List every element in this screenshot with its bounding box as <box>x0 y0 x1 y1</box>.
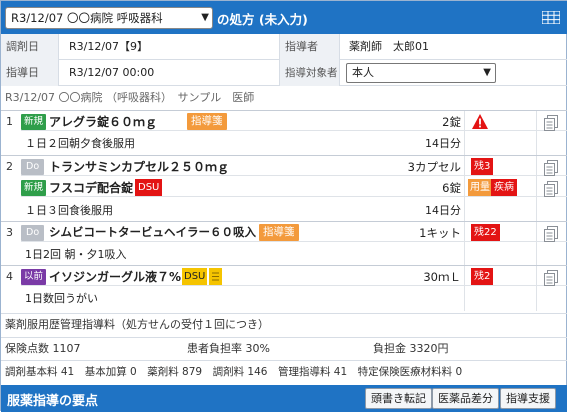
guide-date-value: R3/12/07 00:00 <box>69 66 155 79</box>
target-label: 指導対象者 <box>279 60 340 86</box>
usage-line[interactable]: １日２回朝夕食後服用 14日分 <box>21 133 567 152</box>
days-text: 14日分 <box>425 204 461 217</box>
dsu-tag[interactable]: DSU <box>135 179 163 196</box>
remaining-flag[interactable]: 残22 <box>471 224 500 241</box>
warning-icon[interactable] <box>472 114 488 129</box>
drug-name: アレグラ錠６０ｍｇ <box>49 115 158 129</box>
column-divider <box>536 111 537 155</box>
rx-group-1: 1 新規 アレグラ錠６０ｍｇ 指導箋 2錠 １日２回朝夕食後服用 14日分 <box>1 110 567 155</box>
fee-breakdown: 調剤基本料 41 基本加算 0 薬剤料 879 調剤料 146 管理指導料 41… <box>5 366 463 378</box>
insurance-points: 保険点数 1107 <box>5 342 81 355</box>
dosage-flag[interactable]: 用量 <box>468 179 492 196</box>
guidance-sheet-tag[interactable]: 指導箋 <box>187 113 227 130</box>
target-select-value: 本人 <box>352 66 374 79</box>
column-divider <box>536 266 537 311</box>
column-divider <box>536 222 537 265</box>
title-bar: R3/12/07 〇〇病院 呼吸器科 ▼ の処方 (未入力) <box>1 1 567 34</box>
target-select[interactable]: 本人 ▼ <box>346 63 496 83</box>
guidance-sheet-tag[interactable]: 指導箋 <box>259 224 299 241</box>
column-divider <box>464 111 465 155</box>
remaining-flag[interactable]: 残2 <box>471 268 494 285</box>
remaining-flag[interactable]: 残3 <box>471 158 494 175</box>
usage-text: 1日数回うがい <box>25 292 98 305</box>
column-divider <box>464 222 465 265</box>
drug-line[interactable]: Do トランサミンカプセル２５０ｍｇ 3カプセル 残3 <box>21 157 567 176</box>
dsu-tag[interactable]: DSU <box>182 268 208 285</box>
drug-name: フスコデ配合錠 <box>49 181 134 195</box>
drug-name: シムビコートタービュヘイラー６０吸入 <box>49 225 256 239</box>
copy-document-icon[interactable] <box>544 115 558 131</box>
drug-line[interactable]: 新規 フスコデ配合錠 DSU 6錠 用量 疾病 <box>21 178 567 197</box>
management-fee-row: 薬剤服用歴管理指導料（処方せんの受付１回につき） <box>1 313 567 335</box>
rx-number: 3 <box>6 226 13 239</box>
usage-line[interactable]: 1日2回 朝・夕1吸入 <box>21 244 567 263</box>
copay-rate: 患者負担率 30% <box>187 342 270 355</box>
drug-line[interactable]: 以前 イソジンガーグル液７% DSU 30ｍＬ 残2 <box>21 267 567 286</box>
guidance-points-bar: 服薬指導の要点 頭書き転記 医薬品差分 指導支援 <box>1 385 567 412</box>
rx-group-4: 4 以前 イソジンガーグル液７% DSU 30ｍＬ 残2 1日数回うがい <box>1 265 567 311</box>
drug-quantity: 2錠 <box>442 115 461 129</box>
title-suffix: の処方 (未入力) <box>217 12 308 27</box>
column-divider <box>464 266 465 311</box>
drug-quantity: 1キット <box>419 226 461 240</box>
rx-number: 2 <box>6 160 13 173</box>
drug-name: トランサミンカプセル２５０ｍｇ <box>49 160 230 174</box>
prescription-select-value: R3/12/07 〇〇病院 呼吸器科 <box>11 11 163 25</box>
copy-document-icon[interactable] <box>544 270 558 286</box>
header-row-1: 調剤日 R3/12/07【9】 指導者 薬剤師 太郎01 <box>1 34 567 60</box>
usage-text: １日３回食後服用 <box>25 204 113 217</box>
instructor-value: 薬剤師 太郎01 <box>349 40 429 53</box>
disease-flag[interactable]: 疾病 <box>491 179 517 196</box>
copy-document-icon[interactable] <box>544 181 558 197</box>
copay-amount: 負担金 3320円 <box>373 342 449 355</box>
chevron-down-icon: ▼ <box>201 12 209 23</box>
days-text: 14日分 <box>425 137 461 150</box>
prescription-panel: R3/12/07 〇〇病院 呼吸器科 ▼ の処方 (未入力) 調剤日 R3/12… <box>0 0 567 412</box>
rx-number: 1 <box>6 115 13 128</box>
drug-line[interactable]: 新規 アレグラ錠６０ｍｇ 指導箋 2錠 <box>21 112 567 131</box>
rx-number: 4 <box>6 270 13 283</box>
guidance-support-button[interactable]: 指導支援 <box>500 388 556 409</box>
drug-diff-button[interactable]: 医薬品差分 <box>432 388 499 409</box>
instructor-label: 指導者 <box>279 34 340 60</box>
copy-document-icon[interactable] <box>544 226 558 242</box>
rx-group-3: 3 Do シムビコートタービュヘイラー６０吸入 指導箋 1キット 残22 1日2… <box>1 221 567 265</box>
previous-badge: 以前 <box>21 269 47 285</box>
fee-breakdown-row: 調剤基本料 41 基本加算 0 薬剤料 879 調剤料 146 管理指導料 41… <box>1 360 567 382</box>
column-divider <box>464 156 465 221</box>
date-value: R3/12/07【9】 <box>69 40 149 53</box>
drug-quantity: 30ｍＬ <box>423 270 461 284</box>
drug-quantity: 6錠 <box>442 181 461 195</box>
usage-text: １日２回朝夕食後服用 <box>25 137 135 150</box>
drug-quantity: 3カプセル <box>407 160 461 174</box>
repeat-badge: Do <box>21 225 45 241</box>
note-icon[interactable] <box>209 268 222 285</box>
usage-text: 1日2回 朝・夕1吸入 <box>25 248 127 261</box>
management-fee-label: 薬剤服用歴管理指導料（処方せんの受付１回につき） <box>5 318 269 331</box>
repeat-badge: Do <box>21 159 45 175</box>
header-row-2: 指導日 R3/12/07 00:00 指導対象者 本人 ▼ <box>1 60 567 86</box>
new-badge: 新規 <box>21 180 47 196</box>
prescription-select[interactable]: R3/12/07 〇〇病院 呼吸器科 ▼ <box>5 7 213 29</box>
copy-heading-button[interactable]: 頭書き転記 <box>365 388 432 409</box>
guidance-points-title: 服薬指導の要点 <box>7 394 99 409</box>
drug-line[interactable]: Do シムビコートタービュヘイラー６０吸入 指導箋 1キット 残22 <box>21 223 567 242</box>
grid-menu-icon[interactable] <box>542 11 560 24</box>
chevron-down-icon: ▼ <box>483 67 491 78</box>
new-badge: 新規 <box>21 114 47 130</box>
column-divider <box>536 156 537 221</box>
date-label: 調剤日 <box>1 34 59 60</box>
rx-group-2: 2 Do トランサミンカプセル２５０ｍｇ 3カプセル 残3 新規 フスコデ配合錠… <box>1 155 567 221</box>
prescription-info-line: R3/12/07 〇〇病院 （呼吸器科） サンプル 医師 <box>5 91 255 104</box>
usage-line[interactable]: 1日数回うがい <box>21 288 567 307</box>
copy-document-icon[interactable] <box>544 160 558 176</box>
drug-name: イソジンガーグル液７% <box>49 270 182 284</box>
usage-line[interactable]: １日３回食後服用 14日分 <box>21 200 567 219</box>
billing-row: 保険点数 1107 患者負担率 30% 負担金 3320円 <box>1 337 567 359</box>
guide-date-label: 指導日 <box>1 60 59 86</box>
